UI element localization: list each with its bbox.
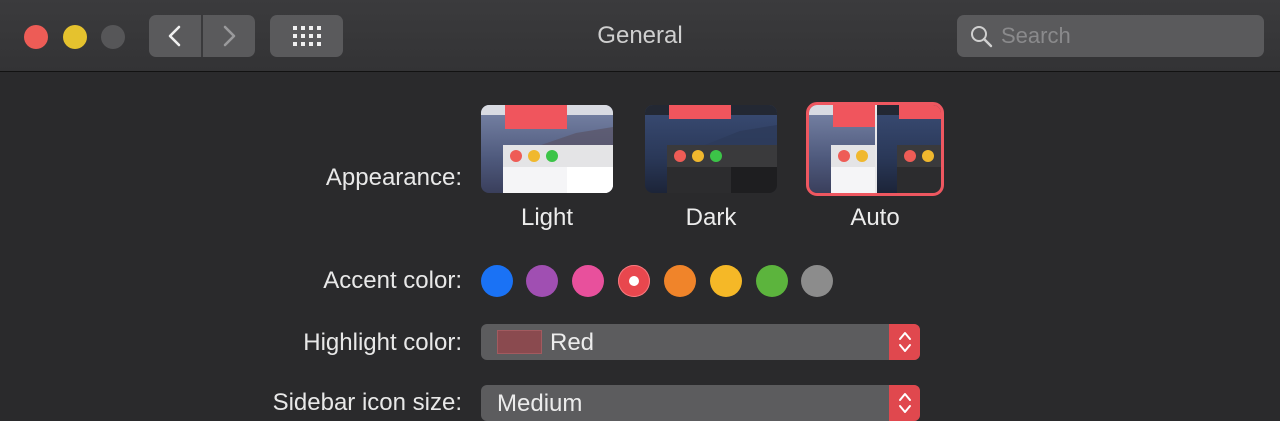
up-down-chevron-icon xyxy=(898,393,911,413)
selected-indicator-icon xyxy=(629,276,639,286)
title-bar: General Search xyxy=(0,0,1280,72)
accent-red-swatch[interactable] xyxy=(618,265,650,297)
up-down-chevron-icon xyxy=(898,332,911,352)
accent-green-swatch[interactable] xyxy=(756,265,788,297)
search-placeholder: Search xyxy=(1001,23,1071,48)
popup-arrows[interactable] xyxy=(889,324,920,360)
search-icon xyxy=(971,26,993,48)
appearance-light-label[interactable]: Light xyxy=(481,204,613,232)
popup-arrows[interactable] xyxy=(889,385,920,421)
appearance-dark-label[interactable]: Dark xyxy=(645,204,777,232)
accent-graphite-swatch[interactable] xyxy=(801,265,833,297)
accent-pink-swatch[interactable] xyxy=(572,265,604,297)
highlight-color-popup[interactable]: Red xyxy=(481,324,920,360)
accent-color-label: Accent color: xyxy=(323,267,462,294)
sidebar-icon-size-value: Medium xyxy=(497,390,583,417)
appearance-auto-thumbnail[interactable] xyxy=(806,102,944,196)
search-field[interactable]: Search xyxy=(957,15,1264,57)
sidebar-icon-size-popup[interactable]: Medium xyxy=(481,385,920,421)
appearance-label: Appearance: xyxy=(325,164,462,191)
appearance-auto-label[interactable]: Auto xyxy=(809,204,941,232)
appearance-dark-thumbnail[interactable] xyxy=(645,105,777,193)
highlight-color-value: Red xyxy=(550,329,595,356)
dark-preview-image xyxy=(645,105,777,193)
appearance-light-thumbnail[interactable] xyxy=(481,105,613,193)
light-preview-image xyxy=(481,105,613,193)
highlight-color-label: Highlight color: xyxy=(303,329,462,356)
sidebar-icon-size-label: Sidebar icon size: xyxy=(272,389,462,416)
accent-yellow-swatch[interactable] xyxy=(710,265,742,297)
auto-preview-image xyxy=(809,105,941,193)
highlight-color-swatch xyxy=(497,330,542,354)
accent-orange-swatch[interactable] xyxy=(664,265,696,297)
accent-blue-swatch[interactable] xyxy=(481,265,513,297)
accent-purple-swatch[interactable] xyxy=(526,265,558,297)
